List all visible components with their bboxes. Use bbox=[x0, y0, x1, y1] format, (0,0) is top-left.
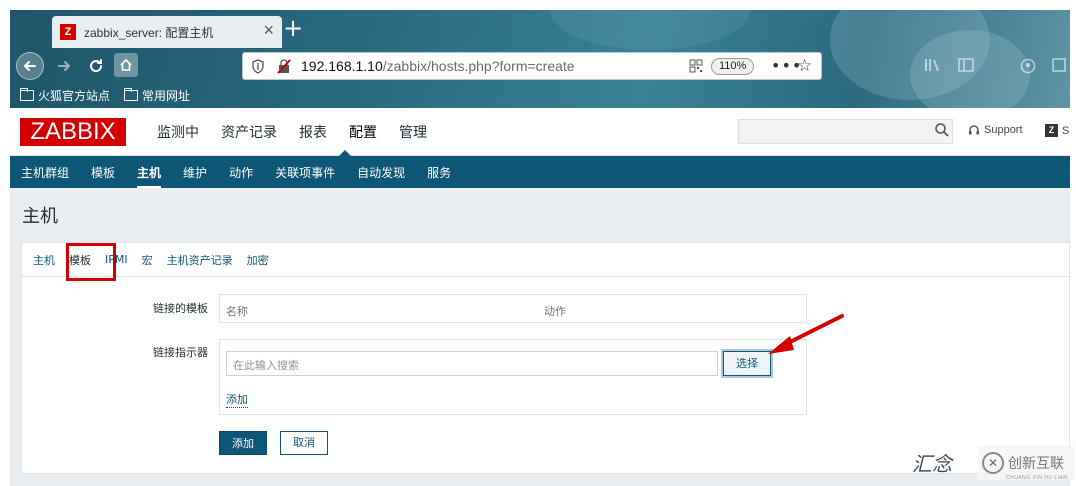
headset-icon bbox=[969, 125, 979, 135]
top-menu-item-monitoring[interactable]: 监测中 bbox=[146, 122, 210, 142]
page-title: 主机 bbox=[22, 206, 58, 227]
tab-close-icon[interactable]: × bbox=[263, 20, 274, 41]
top-menu-item-reports[interactable]: 报表 bbox=[288, 122, 338, 142]
form-tabs: 主机 模板 IPMI 宏 主机资产记录 加密 bbox=[22, 243, 1069, 277]
top-menu-item-configuration[interactable]: 配置 bbox=[338, 122, 388, 142]
screenshot-frame: Z zabbix_server: 配置主机 × + 192.168.1.10/z… bbox=[0, 0, 1076, 486]
folder-icon bbox=[124, 87, 139, 101]
zabbix-favicon-icon: Z bbox=[60, 24, 76, 40]
bookmark-label: 火狐官方站点 bbox=[38, 88, 111, 103]
url-text[interactable]: 192.168.1.10/zabbix/hosts.php?form=creat… bbox=[301, 58, 575, 74]
url-bar[interactable]: 192.168.1.10/zabbix/hosts.php?form=creat… bbox=[242, 52, 822, 80]
share-icon: Z bbox=[1045, 124, 1058, 137]
shield-icon[interactable] bbox=[251, 59, 265, 74]
support-label: Support bbox=[984, 124, 1023, 136]
account-icon[interactable] bbox=[1020, 58, 1036, 78]
column-header-name: 名称 bbox=[226, 305, 248, 318]
home-icon bbox=[120, 58, 132, 71]
share-label: S bbox=[1062, 124, 1070, 137]
tab-highlight-annotation bbox=[66, 243, 116, 281]
reload-icon bbox=[90, 59, 103, 73]
sub-menu-item-event-correlation[interactable]: 关联项事件 bbox=[264, 164, 346, 181]
tab-inventory[interactable]: 主机资产记录 bbox=[167, 252, 243, 268]
zoom-indicator[interactable]: 110% bbox=[711, 58, 755, 75]
sidebar-icon[interactable] bbox=[958, 58, 974, 76]
browser-tab[interactable]: Z zabbix_server: 配置主机 × bbox=[52, 16, 282, 48]
bookmark-label: 常用网址 bbox=[142, 88, 191, 103]
column-header-action: 动作 bbox=[544, 305, 566, 318]
sub-menu: 主机群组 模板 主机 维护 动作 关联项事件 自动发现 服务 bbox=[10, 156, 1070, 189]
bookmark-item[interactable]: 常用网址 bbox=[124, 86, 190, 104]
top-menu-item-administration[interactable]: 管理 bbox=[388, 122, 438, 142]
forward-arrow-icon bbox=[58, 61, 70, 71]
brand-logo-icon: ✕ bbox=[982, 452, 1004, 474]
tab-macros[interactable]: 宏 bbox=[142, 252, 163, 268]
bookmark-star-icon[interactable]: ☆ bbox=[797, 56, 812, 76]
qr-code-icon[interactable] bbox=[689, 59, 703, 73]
menu-icon[interactable] bbox=[1052, 58, 1066, 76]
bookmark-item[interactable]: 火狐官方站点 bbox=[20, 86, 110, 104]
support-link[interactable]: Support bbox=[968, 124, 1023, 136]
bookmarks-bar: 火狐官方站点 常用网址 bbox=[20, 86, 190, 104]
link-indicator-box: 在此输入搜索 选择 添加 bbox=[219, 339, 807, 415]
folder-icon bbox=[20, 87, 34, 101]
zabbix-logo[interactable]: ZABBIX bbox=[20, 118, 126, 146]
linked-templates-table: 名称 动作 bbox=[219, 294, 807, 323]
back-arrow-icon bbox=[24, 61, 36, 71]
share-link[interactable]: Z S bbox=[1045, 124, 1069, 137]
library-icon[interactable] bbox=[924, 58, 940, 76]
sub-menu-item-actions[interactable]: 动作 bbox=[218, 164, 264, 181]
url-path: /zabbix/hosts.php?form=create bbox=[382, 58, 575, 74]
home-button[interactable] bbox=[114, 53, 138, 77]
forward-button[interactable] bbox=[50, 52, 78, 80]
insecure-lock-icon[interactable] bbox=[277, 59, 291, 74]
back-button[interactable] bbox=[16, 52, 44, 80]
watermark-brand: 创新互联 bbox=[1008, 456, 1064, 472]
search-icon[interactable] bbox=[934, 122, 950, 138]
sub-menu-item-hosts[interactable]: 主机 bbox=[126, 164, 172, 189]
reload-button[interactable] bbox=[82, 52, 110, 80]
top-menu: 监测中 资产记录 报表 配置 管理 bbox=[146, 122, 438, 142]
cancel-button[interactable]: 取消 bbox=[280, 431, 328, 455]
url-host: 192.168.1.10 bbox=[301, 58, 383, 74]
add-template-link[interactable]: 添加 bbox=[226, 391, 248, 408]
new-tab-button[interactable]: + bbox=[282, 15, 304, 43]
watermark-brand-sub: CHUANG XIN HU LIAN bbox=[1006, 475, 1068, 481]
linked-templates-label: 链接的模板 bbox=[153, 302, 208, 315]
sub-menu-item-host-groups[interactable]: 主机群组 bbox=[10, 164, 80, 181]
sub-menu-item-discovery[interactable]: 自动发现 bbox=[346, 164, 416, 181]
browser-chrome: Z zabbix_server: 配置主机 × + 192.168.1.10/z… bbox=[10, 10, 1070, 108]
tab-title: zabbix_server: 配置主机 bbox=[84, 26, 214, 40]
tab-host[interactable]: 主机 bbox=[33, 252, 65, 268]
zabbix-header: ZABBIX 监测中 资产记录 报表 配置 管理 Support Z S bbox=[10, 108, 1070, 157]
template-search-input[interactable]: 在此输入搜索 bbox=[226, 351, 718, 376]
link-indicator-label: 链接指示器 bbox=[153, 346, 208, 359]
host-form: 主机 模板 IPMI 宏 主机资产记录 加密 链接的模板 名称 动作 链接指示器… bbox=[21, 242, 1070, 474]
sub-menu-item-maintenance[interactable]: 维护 bbox=[172, 164, 218, 181]
tab-encryption[interactable]: 加密 bbox=[247, 252, 279, 268]
annotation-arrow-icon bbox=[768, 314, 844, 354]
sub-menu-item-templates[interactable]: 模板 bbox=[80, 164, 126, 181]
watermark-text: 汇念 bbox=[912, 452, 952, 476]
add-button[interactable]: 添加 bbox=[219, 431, 267, 455]
sub-menu-item-services[interactable]: 服务 bbox=[416, 164, 462, 181]
top-menu-item-inventory[interactable]: 资产记录 bbox=[210, 122, 288, 142]
global-search-input[interactable] bbox=[738, 119, 953, 144]
